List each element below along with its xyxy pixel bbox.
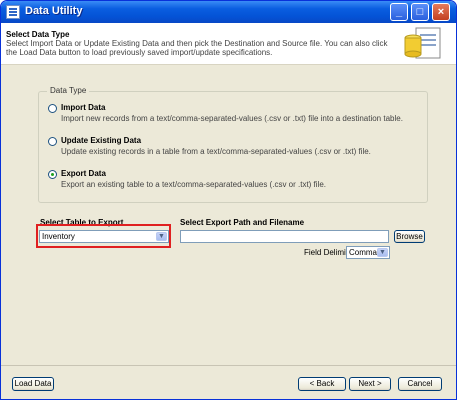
window-title: Data Utility (25, 5, 83, 17)
minimize-icon[interactable]: _ (390, 3, 408, 21)
footer-divider (1, 365, 456, 366)
cancel-button[interactable]: Cancel (398, 377, 442, 391)
field-delimiter-select[interactable]: Comma ▼ (346, 246, 390, 259)
import-data-radio[interactable] (48, 104, 57, 113)
export-data-label[interactable]: Export Data (61, 169, 106, 178)
data-type-legend: Data Type (47, 86, 90, 95)
export-path-input[interactable] (180, 230, 389, 243)
data-type-group: Data Type Import Data Import new records… (38, 86, 428, 203)
next-button[interactable]: Next > (349, 377, 391, 391)
page-description: Select Import Data or Update Existing Da… (6, 39, 388, 57)
update-existing-data-radio[interactable] (48, 137, 57, 146)
field-delimiter-value: Comma (349, 248, 378, 257)
close-icon[interactable]: × (432, 3, 450, 21)
update-existing-data-description: Update existing records in a table from … (61, 147, 371, 156)
export-path-label: Select Export Path and Filename (180, 218, 305, 227)
maximize-icon[interactable]: □ (411, 3, 429, 21)
chevron-down-icon[interactable]: ▼ (377, 248, 388, 257)
table-selection-highlight (36, 224, 171, 248)
data-utility-icon (6, 5, 20, 19)
back-button[interactable]: < Back (298, 377, 346, 391)
browse-button[interactable]: Browse (394, 230, 425, 243)
wizard-header: Select Data Type Select Import Data or U… (1, 23, 456, 65)
database-icon (404, 27, 441, 59)
import-data-description: Import new records from a text/comma-sep… (61, 114, 403, 123)
data-utility-window: Data Utility _ □ × Select Data Type Sele… (0, 0, 457, 400)
wizard-content: Data Type Import Data Import new records… (1, 65, 456, 365)
title-bar: Data Utility _ □ × (1, 1, 456, 23)
page-title: Select Data Type (6, 30, 70, 39)
export-data-description: Export an existing table to a text/comma… (61, 180, 326, 189)
load-data-button[interactable]: Load Data (12, 377, 54, 391)
export-data-radio[interactable] (48, 170, 57, 179)
import-data-label[interactable]: Import Data (61, 103, 105, 112)
update-existing-data-label[interactable]: Update Existing Data (61, 136, 141, 145)
